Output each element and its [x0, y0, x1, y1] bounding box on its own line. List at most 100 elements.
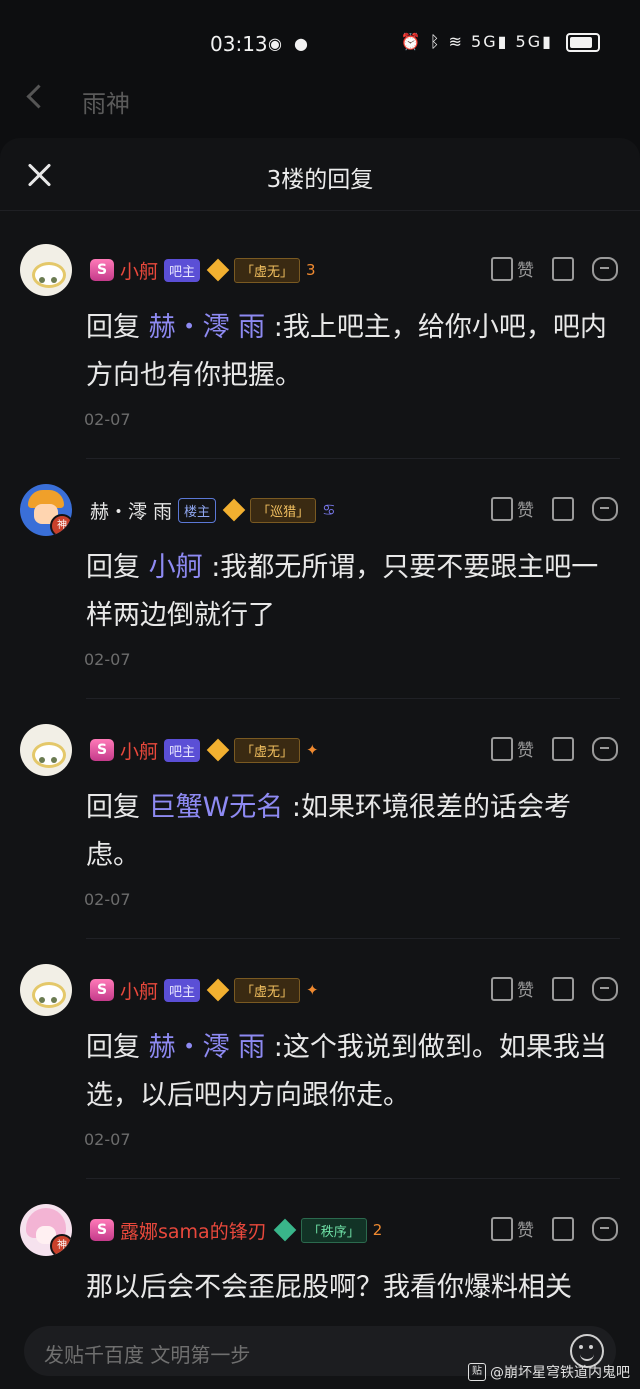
role-badge: 吧主 [164, 258, 201, 282]
game-badge-icon: ✦ [306, 741, 319, 759]
status-right-icons: ⏰ ᛒ ≋ 5G▮ 5G▮ [401, 32, 600, 52]
like-label: 赞 [517, 981, 534, 1001]
thumb-up-icon [491, 736, 513, 761]
comment-icon[interactable] [592, 976, 618, 1001]
username[interactable]: 露娜sama的锋刃 [120, 1217, 267, 1244]
thumb-up-icon [491, 976, 513, 1001]
thumb-up-icon [491, 256, 513, 281]
extra-badge: 2 [372, 1221, 383, 1239]
reply-actions: 赞 [491, 496, 618, 521]
signal-icon-2: ▮ [542, 32, 553, 51]
battery-icon [566, 33, 600, 52]
mention-link[interactable]: 小舸 [149, 552, 203, 583]
like-label: 赞 [517, 1221, 534, 1241]
game-badge-icon: ✦ [306, 981, 319, 999]
avatar[interactable] [20, 724, 72, 776]
level-diamond-icon [222, 498, 246, 522]
like-button[interactable]: 赞 [491, 736, 534, 761]
avatar[interactable]: 神 [20, 484, 72, 536]
zodiac-icon: ♋ [322, 501, 336, 519]
god-badge: 神 [50, 514, 72, 536]
background-title: 雨神 [82, 90, 130, 118]
level-diamond-icon [273, 1218, 297, 1242]
signal-icon: ▮ [497, 32, 509, 51]
reply-text: 回复 巨蟹W无名 :如果环境很差的话会考虑。 [86, 784, 616, 880]
user-row: 赫・澪 雨 楼主 「巡猎」 ♋ [90, 496, 336, 524]
reply-actions: 赞 [491, 256, 618, 281]
avatar[interactable]: 神 [20, 1204, 72, 1256]
member-s-icon: S [90, 259, 114, 281]
watermark-logo: 贴 [468, 1363, 486, 1381]
reply-prefix: 回复 [86, 792, 140, 823]
composer-placeholder: 发贴千百度 文明第一步 [44, 1343, 251, 1367]
background-header: 雨神 [0, 78, 640, 128]
reply-sheet: 3楼的回复 S 小舸 吧主 「虚无」 3 赞 回复 赫・澪 雨 :我上吧主，给你… [0, 138, 640, 1389]
like-button[interactable]: 赞 [491, 496, 534, 521]
reply-text: 那以后会不会歪屁股啊？我看你爆料相关 [86, 1264, 616, 1312]
reply-date: 02-07 [84, 1130, 131, 1149]
reply-prefix: 回复 [86, 1032, 140, 1063]
watermark-text: @崩坏星穹铁道内鬼吧 [490, 1365, 630, 1381]
user-row: S 小舸 吧主 「虚无」 ✦ [90, 736, 319, 764]
user-row: S 小舸 吧主 「虚无」 ✦ [90, 976, 319, 1004]
reply-date: 02-07 [84, 650, 131, 669]
reply-text: 回复 赫・澪 雨 :这个我说到做到。如果我当选，以后吧内方向跟你走。 [86, 1024, 616, 1120]
like-label: 赞 [517, 261, 534, 281]
thumb-down-icon[interactable] [552, 496, 574, 521]
network-label-2: 5G [515, 32, 543, 51]
thumb-down-icon[interactable] [552, 976, 574, 1001]
user-row: S 小舸 吧主 「虚无」 3 [90, 256, 316, 284]
like-button[interactable]: 赞 [491, 1216, 534, 1241]
thumb-down-icon[interactable] [552, 736, 574, 761]
sheet-header: 3楼的回复 [0, 138, 640, 211]
reply-text: 回复 赫・澪 雨 :我上吧主，给你小吧，吧内方向也有你把握。 [86, 304, 616, 400]
level-diamond-icon [206, 978, 230, 1002]
avatar[interactable] [20, 964, 72, 1016]
level-diamond-icon [206, 258, 230, 282]
reply-text: 回复 小舸 :我都无所谓，只要不要跟主吧一样两边倒就行了 [86, 544, 616, 640]
username[interactable]: 小舸 [120, 257, 158, 284]
reply-actions: 赞 [491, 1216, 618, 1241]
like-label: 赞 [517, 501, 534, 521]
reply-date: 02-07 [84, 410, 131, 429]
alarm-icon: ⏰ [400, 32, 423, 51]
username[interactable]: 小舸 [120, 977, 158, 1004]
role-badge: 吧主 [164, 738, 201, 762]
thumb-up-icon [491, 1216, 513, 1241]
title-badge: 「虚无」 [234, 977, 301, 1003]
like-button[interactable]: 赞 [491, 256, 534, 281]
role-badge: 吧主 [164, 978, 201, 1002]
extra-badge: 3 [306, 261, 316, 279]
sheet-title: 3楼的回复 [266, 167, 374, 193]
title-badge: 「虚无」 [234, 737, 301, 763]
like-button[interactable]: 赞 [491, 976, 534, 1001]
app-notification-icon: ◉ [268, 34, 282, 53]
back-icon[interactable] [26, 84, 51, 109]
wifi-icon: ≋ [448, 32, 464, 51]
mention-link[interactable]: 赫・澪 雨 [149, 1032, 266, 1063]
thumb-up-icon [491, 496, 513, 521]
role-badge: 楼主 [178, 497, 217, 523]
username[interactable]: 小舸 [120, 737, 158, 764]
comment-icon[interactable] [592, 496, 618, 521]
comment-icon[interactable] [592, 256, 618, 281]
network-label: 5G [471, 32, 498, 51]
user-row: S 露娜sama的锋刃 「秩序」 2 [90, 1216, 382, 1244]
thumb-down-icon[interactable] [552, 256, 574, 281]
member-s-icon: S [90, 739, 114, 761]
mention-link[interactable]: 赫・澪 雨 [149, 312, 266, 343]
title-badge: 「秩序」 [300, 1217, 367, 1243]
reply-body: 那以后会不会歪屁股啊？我看你爆料相关 [86, 1272, 572, 1303]
reply-actions: 赞 [491, 976, 618, 1001]
divider [86, 698, 620, 699]
message-icon: ● [294, 34, 308, 53]
god-badge: 神 [50, 1234, 72, 1256]
thumb-down-icon[interactable] [552, 1216, 574, 1241]
mention-link[interactable]: 巨蟹W无名 [149, 792, 284, 823]
level-diamond-icon [206, 738, 230, 762]
comment-icon[interactable] [592, 736, 618, 761]
comment-icon[interactable] [592, 1216, 618, 1241]
username[interactable]: 赫・澪 雨 [90, 497, 172, 524]
avatar[interactable] [20, 244, 72, 296]
member-s-icon: S [90, 979, 114, 1001]
